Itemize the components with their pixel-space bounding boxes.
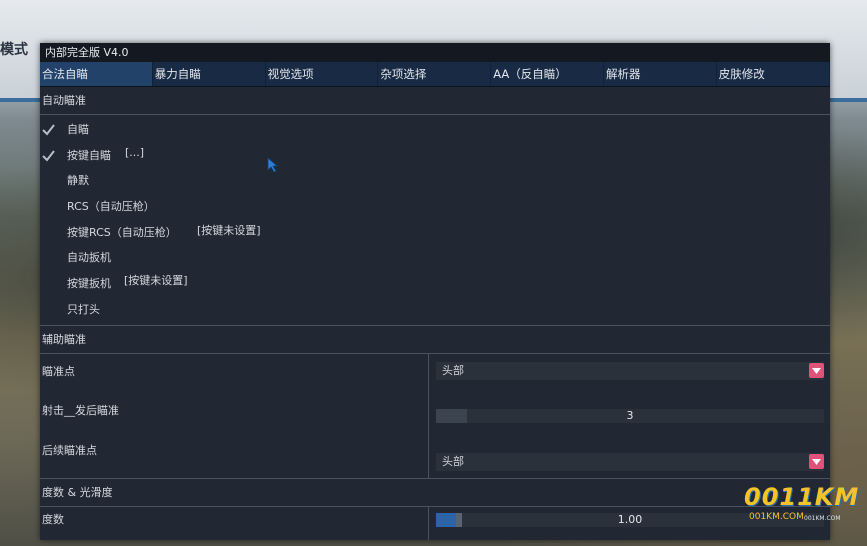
auto-aim-list: 自瞄 按键自瞄 [...] 静默 RCS（自动压枪） 按键RCS（自动压枪） […: [40, 115, 830, 326]
rcs-label: RCS（自动压枪）: [67, 200, 155, 214]
tab-skin-changer[interactable]: 皮肤修改: [717, 62, 830, 86]
rcs-toggle[interactable]: RCS（自动压枪）: [40, 194, 830, 220]
headshot-only-toggle[interactable]: 只打头: [40, 297, 830, 323]
key-rcs-toggle[interactable]: 按键RCS（自动压枪） [按键未设置]: [40, 220, 830, 246]
follow-point-dropdown[interactable]: 头部: [436, 453, 824, 471]
follow-point-label: 后续瞄准点: [42, 444, 97, 457]
tab-legit-aim[interactable]: 合法自瞄: [40, 62, 153, 86]
shots-after-slider[interactable]: 3: [436, 409, 824, 423]
aimbot-label: 自瞄: [67, 123, 89, 136]
key-triggerbot-keybind[interactable]: [按键未设置]: [124, 268, 188, 293]
watermark-logo: 0011KM: [744, 483, 860, 511]
shots-after-value: 3: [626, 409, 634, 422]
column-divider: [428, 354, 429, 478]
tab-resolver[interactable]: 解析器: [604, 62, 717, 86]
silent-label: 静默: [67, 174, 89, 188]
section-auto-aim-header: 自动瞄准: [40, 87, 830, 115]
key-triggerbot-toggle[interactable]: 按键扳机 [按键未设置]: [40, 271, 830, 297]
aim-point-value: 头部: [442, 364, 464, 377]
window-title[interactable]: 内部完全版 V4.0: [40, 43, 830, 62]
key-aimbot-toggle[interactable]: 按键自瞄 [...]: [40, 143, 830, 169]
checkmark-icon: [42, 150, 55, 162]
dropdown-arrow-icon[interactable]: [809, 454, 824, 469]
key-rcs-keybind[interactable]: [按键未设置]: [197, 218, 261, 243]
column-divider: [428, 507, 429, 540]
aimbot-toggle[interactable]: 自瞄: [40, 117, 830, 143]
follow-point-value: 头部: [442, 455, 464, 468]
watermark: 0011KM 001KM.COM 001KM.COM: [744, 483, 862, 528]
cheat-menu-window: 内部完全版 V4.0 合法自瞄 暴力自瞄 视觉选项 杂项选择 AA（反自瞄） 解…: [40, 43, 830, 540]
section-assist-aim-header: 辅助瞄准: [40, 326, 830, 354]
shots-after-label: 射击__发后瞄准: [42, 404, 119, 417]
mouse-cursor-icon: [267, 157, 279, 173]
aim-point-dropdown[interactable]: 头部: [436, 362, 824, 380]
triggerbot-label: 自动扳机: [67, 251, 111, 265]
headshot-only-label: 只打头: [67, 302, 100, 316]
background-mode-text: 模式: [0, 42, 28, 58]
checkmark-icon: [42, 124, 55, 136]
watermark-site-small: 001KM.COM: [804, 515, 841, 522]
tab-rage-aim[interactable]: 暴力自瞄: [153, 62, 266, 86]
key-rcs-label: 按键RCS（自动压枪）: [67, 225, 177, 239]
key-aimbot-keybind[interactable]: [...]: [125, 140, 144, 165]
aim-point-label: 瞄准点: [42, 365, 75, 378]
dropdown-arrow-icon[interactable]: [809, 363, 824, 378]
tab-misc[interactable]: 杂项选择: [378, 62, 492, 86]
silent-toggle[interactable]: 静默: [40, 168, 830, 194]
key-aimbot-label: 按键自瞄: [67, 148, 111, 162]
tab-visuals[interactable]: 视觉选项: [266, 62, 379, 86]
tab-bar: 合法自瞄 暴力自瞄 视觉选项 杂项选择 AA（反自瞄） 解析器 皮肤修改: [40, 62, 830, 87]
fov-settings: 度数 1.00: [40, 507, 830, 540]
fov-label: 度数: [42, 513, 64, 526]
tab-anti-aim[interactable]: AA（反自瞄）: [491, 62, 604, 86]
key-triggerbot-label: 按键扳机: [67, 277, 111, 291]
watermark-site: 001KM.COM: [749, 512, 804, 522]
assist-aim-settings: 瞄准点 头部 射击__发后瞄准 3 后续瞄准点 头部: [40, 354, 830, 479]
section-fov-smooth-header: 度数 & 光滑度: [40, 479, 830, 507]
